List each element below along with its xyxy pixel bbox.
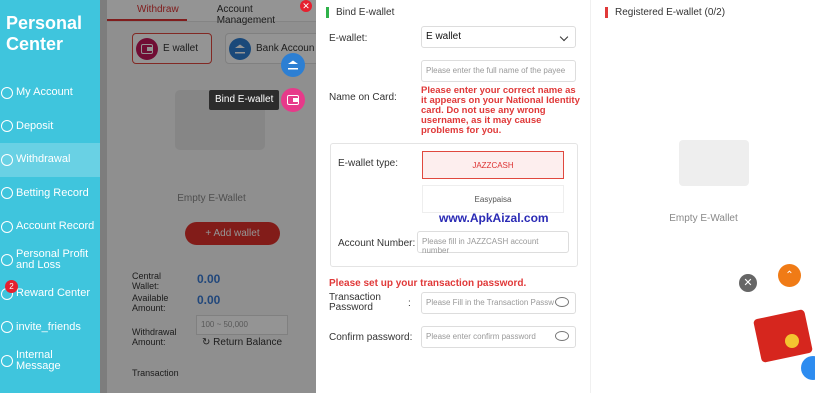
bind-ewallet-form: Bind E-wallet E-wallet: E wallet Name on… xyxy=(316,0,590,393)
registered-ewallet-panel: Registered E-wallet (0/2) Empty E-Wallet… xyxy=(590,0,815,393)
confirm-password-label: Confirm password: xyxy=(329,332,413,343)
empty-ewallet-text: Empty E-Wallet xyxy=(177,193,246,204)
central-wallet-value: 0.00 xyxy=(197,272,221,286)
sidebar-item-label: Personal Profit and Loss xyxy=(16,248,89,272)
sidebar-item-my-account[interactable]: My Account xyxy=(0,76,100,110)
sidebar-item-label: Deposit xyxy=(16,119,54,132)
withdrawal-amount-label: Withdrawal Amount: xyxy=(132,327,177,347)
sidebar-item-betting-record[interactable]: Betting Record xyxy=(0,177,100,211)
deposit-icon xyxy=(1,120,13,133)
transaction-password-label: Transaction Password xyxy=(329,292,381,313)
sidebar-item-invite-friends[interactable]: invite_friends xyxy=(0,311,100,345)
transaction-password-input[interactable]: Please Fill in the Transaction Passw xyxy=(421,292,576,314)
bank-button-label: Bank Accoun xyxy=(256,43,315,54)
sidebar-item-reward-center[interactable]: 2 Reward Center xyxy=(0,277,100,311)
withdrawal-icon xyxy=(1,153,13,166)
chat-icon[interactable] xyxy=(801,356,815,380)
option-easypaisa[interactable]: Easypaisa xyxy=(422,185,564,213)
sidebar-item-deposit[interactable]: Deposit xyxy=(0,110,100,144)
available-amount-value: 0.00 xyxy=(197,293,221,307)
ewallet-icon xyxy=(136,37,158,60)
return-balance-button[interactable]: ↻ Return Balance xyxy=(202,337,282,348)
available-amount-label: Available Amount: xyxy=(132,293,169,313)
confirm-password-placeholder: Please enter confirm password xyxy=(426,332,536,341)
watermark: www.ApkAizal.com xyxy=(439,211,549,225)
sidebar-title: Personal Center xyxy=(6,13,83,54)
ewallet-select-value: E wallet xyxy=(426,31,462,42)
name-on-card-input[interactable]: Please enter the full name of the payee xyxy=(421,60,576,82)
account-icon xyxy=(1,86,13,99)
account-number-label: Account Number: xyxy=(338,238,416,249)
colon: : xyxy=(408,298,411,309)
registered-count: (0/2) xyxy=(704,7,726,18)
tab-account-management[interactable]: Account Management xyxy=(187,0,316,26)
close-icon[interactable]: ✕ xyxy=(739,274,757,292)
sidebar-item-label: Betting Record xyxy=(16,186,89,199)
add-wallet-button[interactable]: + Add wallet xyxy=(185,222,280,245)
password-setup-title: Please set up your transaction password. xyxy=(329,278,527,289)
ewallet-button-label: E wallet xyxy=(163,43,199,54)
registered-title-label: Registered E-wallet xyxy=(615,7,702,18)
ewallet-label: E-wallet: xyxy=(329,33,368,44)
sidebar-item-label: Account Record xyxy=(16,220,95,233)
form-title: Bind E-wallet xyxy=(326,7,394,18)
sidebar-item-label: Withdrawal xyxy=(16,153,71,166)
ewallet-type-button[interactable]: E wallet xyxy=(132,33,212,64)
bind-ewallet-tooltip: Bind E-wallet xyxy=(209,90,280,110)
transaction-password-placeholder: Please Fill in the Transaction Passw xyxy=(426,298,555,307)
registered-empty-text: Empty E-Wallet xyxy=(669,213,738,224)
betting-record-icon xyxy=(1,187,13,200)
scroll-top-icon[interactable]: ⌃ xyxy=(778,264,801,287)
name-on-card-label: Name on Card: xyxy=(329,92,397,103)
invite-icon xyxy=(1,321,13,334)
transaction-label: Transaction xyxy=(132,368,179,378)
sidebar-item-profit-loss[interactable]: Personal Profit and Loss xyxy=(0,244,100,278)
central-wallet-label: Central Wallet: xyxy=(132,271,162,291)
eye-icon[interactable] xyxy=(555,297,569,307)
profit-loss-icon xyxy=(1,254,13,267)
message-icon xyxy=(1,354,13,367)
return-balance-label: Return Balance xyxy=(213,337,283,348)
sidebar-item-label: invite_friends xyxy=(16,320,81,333)
sidebar-item-withdrawal[interactable]: Withdrawal xyxy=(0,143,100,177)
account-record-icon xyxy=(1,220,13,233)
bank-icon xyxy=(229,37,251,60)
empty-card-illustration xyxy=(679,140,749,186)
ewallet-icon xyxy=(287,95,299,105)
sidebar: Personal Center My Account Deposit Withd… xyxy=(0,0,100,393)
bank-icon xyxy=(288,60,298,70)
ewallet-select[interactable]: E wallet xyxy=(421,26,576,48)
sidebar-divider xyxy=(100,0,107,393)
name-warning: Please enter your correct name as it app… xyxy=(421,85,580,136)
eye-icon[interactable] xyxy=(555,331,569,341)
registered-title: Registered E-wallet (0/2) xyxy=(605,7,725,18)
bind-bank-float-button[interactable] xyxy=(281,53,305,77)
account-number-input[interactable]: Please fill in JAZZCASH account number xyxy=(417,231,569,255)
bind-ewallet-float-button[interactable] xyxy=(281,88,305,112)
sidebar-item-internal-message[interactable]: Internal Message xyxy=(0,344,100,378)
withdraw-tabs: Withdraw Account Management xyxy=(107,0,316,26)
sidebar-item-label: Reward Center xyxy=(16,287,90,300)
option-jazzcash[interactable]: JAZZCASH xyxy=(422,151,564,179)
ewallet-type-box: E-wallet type: JAZZCASH Easypaisa Accoun… xyxy=(330,143,578,267)
sidebar-item-account-record[interactable]: Account Record xyxy=(0,210,100,244)
close-icon[interactable]: ✕ xyxy=(300,0,312,12)
sidebar-item-label: My Account xyxy=(16,86,73,99)
sidebar-item-label: Internal Message xyxy=(16,348,61,372)
tab-withdraw[interactable]: Withdraw xyxy=(107,0,187,21)
chevron-down-icon xyxy=(559,32,569,42)
withdrawal-amount-input[interactable]: 100 ~ 50,000 xyxy=(196,315,288,335)
sidebar-menu: My Account Deposit Withdrawal Betting Re… xyxy=(0,76,100,378)
coin-icon xyxy=(785,334,799,348)
reward-badge: 2 xyxy=(5,280,18,293)
red-envelope-icon[interactable] xyxy=(752,309,814,363)
confirm-password-input[interactable]: Please enter confirm password xyxy=(421,326,576,348)
ewallet-type-label: E-wallet type: xyxy=(338,158,399,169)
